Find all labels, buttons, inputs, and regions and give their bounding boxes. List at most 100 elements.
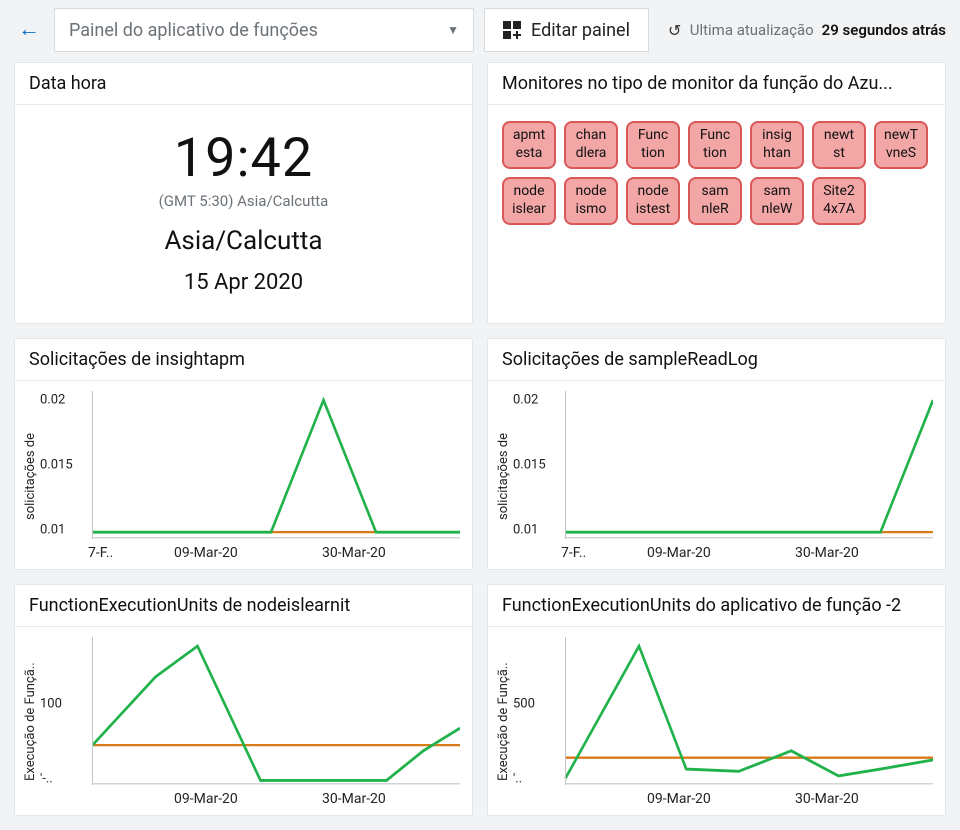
monitor-chip[interactable]: insightan [750,121,804,169]
y-tick: 0.01 [513,523,538,538]
last-refresh-value: 29 segundos atrás [822,21,946,39]
y-axis-label: Execução de Funçã.. [494,637,513,807]
x-tick: 30-Mar-20 [312,791,460,807]
chart-plot[interactable]: 0.02 0.015 0.01 [513,391,933,539]
clock-timezone: (GMT 5:30) Asia/Calcutta [25,192,462,210]
monitors-body: apmtestachandleraFunctionFunctioninsight… [488,105,945,245]
monitor-chip[interactable]: chandlera [564,121,618,169]
dashboard-select-label: Painel do aplicativo de funções [69,20,318,41]
monitor-chip-line2: dlera [566,145,616,163]
monitor-chip[interactable]: nodeismo [564,177,618,225]
card-title: Monitores no tipo de monitor da função d… [488,63,945,105]
monitor-chip-line1: node [566,183,616,201]
monitor-chip-line2: 4x7A [814,201,864,219]
monitor-chip[interactable]: samnleR [688,177,742,225]
y-tick: 500 [513,696,535,711]
chart-plot[interactable]: 100 '-.. [40,637,460,785]
card-title: Solicitações de sampleReadLog [488,339,945,381]
card-title: Data hora [15,63,472,105]
monitor-chip-line2: tion [628,145,678,163]
card-chart-insightapm: Solicitações de insightapm solicitações … [14,338,473,570]
monitor-chip-line1: chan [566,127,616,145]
clock-time: 19:42 [25,127,462,190]
monitor-chip-line1: newT [876,127,926,145]
monitor-chip[interactable]: samnleW [750,177,804,225]
monitor-chip-line1: Func [690,127,740,145]
monitor-chip-line2: st [814,145,864,163]
x-tick: 09-Mar-20 [138,791,312,807]
y-axis-label: solicitações de [21,391,40,561]
x-tick: 30-Mar-20 [785,545,933,561]
card-datetime: Data hora 19:42 (GMT 5:30) Asia/Calcutta… [14,62,473,324]
monitor-chip[interactable]: Site24x7A [812,177,866,225]
x-tick: 7-F.. [88,545,138,561]
x-tick: 09-Mar-20 [611,545,785,561]
monitor-chip[interactable]: nodeislear [502,177,556,225]
clock-date: 15 Apr 2020 [25,270,462,295]
monitor-chip[interactable]: Function [688,121,742,169]
y-tick: '-.. [40,772,53,787]
monitor-chip-line1: Func [628,127,678,145]
y-tick: 0.02 [40,392,65,407]
x-tick [561,791,611,807]
card-monitors: Monitores no tipo de monitor da função d… [487,62,946,324]
x-tick: 09-Mar-20 [138,545,312,561]
monitor-chip[interactable]: nodeistest [626,177,680,225]
chevron-down-icon: ▼ [447,23,459,37]
top-bar: ← Painel do aplicativo de funções ▼ Edit… [0,0,960,62]
monitor-chip-line1: Site2 [814,183,864,201]
y-tick: 0.01 [40,523,65,538]
monitor-chip-line2: ismo [566,201,616,219]
card-chart-funcapp2: FunctionExecutionUnits do aplicativo de … [487,584,946,816]
x-axis: 09-Mar-20 30-Mar-20 [513,785,933,807]
monitor-chip-line1: sam [752,183,802,201]
back-arrow-icon[interactable]: ← [14,13,44,47]
monitor-chip-line1: apmt [504,127,554,145]
monitor-chip-line1: sam [690,183,740,201]
monitor-chip-line2: tion [690,145,740,163]
x-tick: 7-F.. [561,545,611,561]
x-axis: 7-F.. 09-Mar-20 30-Mar-20 [40,539,460,561]
clock-body: 19:42 (GMT 5:30) Asia/Calcutta Asia/Calc… [15,105,472,323]
dashboard-select[interactable]: Painel do aplicativo de funções ▼ [54,8,474,52]
card-chart-nodeislearnit: FunctionExecutionUnits de nodeislearnit … [14,584,473,816]
y-axis-label: solicitações de [494,391,513,561]
edit-dashboard-label: Editar painel [531,20,630,41]
grid-plus-icon [503,21,521,39]
monitor-chip-line1: node [628,183,678,201]
clock-region: Asia/Calcutta [25,226,462,256]
x-tick: 30-Mar-20 [785,791,933,807]
y-axis-label: Execução de Funçã.. [21,637,40,807]
card-chart-samplereadlog: Solicitações de sampleReadLog solicitaçõ… [487,338,946,570]
monitor-chip-line1: newt [814,127,864,145]
chart-plot[interactable]: 0.02 0.015 0.01 [40,391,460,539]
monitor-chip-line2: islear [504,201,554,219]
card-title: FunctionExecutionUnits de nodeislearnit [15,585,472,627]
monitor-chip-line2: nleW [752,201,802,219]
last-refresh: ↻ Ultima atualização 29 segundos atrás [668,21,946,40]
y-tick: 100 [40,696,62,711]
y-tick: '.. [513,772,522,787]
x-axis: 7-F.. 09-Mar-20 30-Mar-20 [513,539,933,561]
monitor-chip-line1: insig [752,127,802,145]
monitor-chip[interactable]: Function [626,121,680,169]
y-tick: 0.015 [513,458,546,473]
x-tick: 09-Mar-20 [611,791,785,807]
y-tick: 0.02 [513,392,538,407]
x-axis: 09-Mar-20 30-Mar-20 [40,785,460,807]
monitor-chip-line2: vneS [876,145,926,163]
monitor-chip[interactable]: newtst [812,121,866,169]
y-tick: 0.015 [40,458,73,473]
edit-dashboard-button[interactable]: Editar painel [484,8,649,52]
monitor-chip-line2: nleR [690,201,740,219]
x-tick: 30-Mar-20 [312,545,460,561]
monitor-chip-line2: htan [752,145,802,163]
card-title: FunctionExecutionUnits do aplicativo de … [488,585,945,627]
monitor-chip[interactable]: apmtesta [502,121,556,169]
monitor-chip[interactable]: newTvneS [874,121,928,169]
monitor-chip-line2: istest [628,201,678,219]
dashboard-grid: Data hora 19:42 (GMT 5:30) Asia/Calcutta… [0,62,960,830]
x-tick [88,791,138,807]
chart-plot[interactable]: 500 '.. [513,637,933,785]
refresh-icon[interactable]: ↻ [668,21,681,40]
